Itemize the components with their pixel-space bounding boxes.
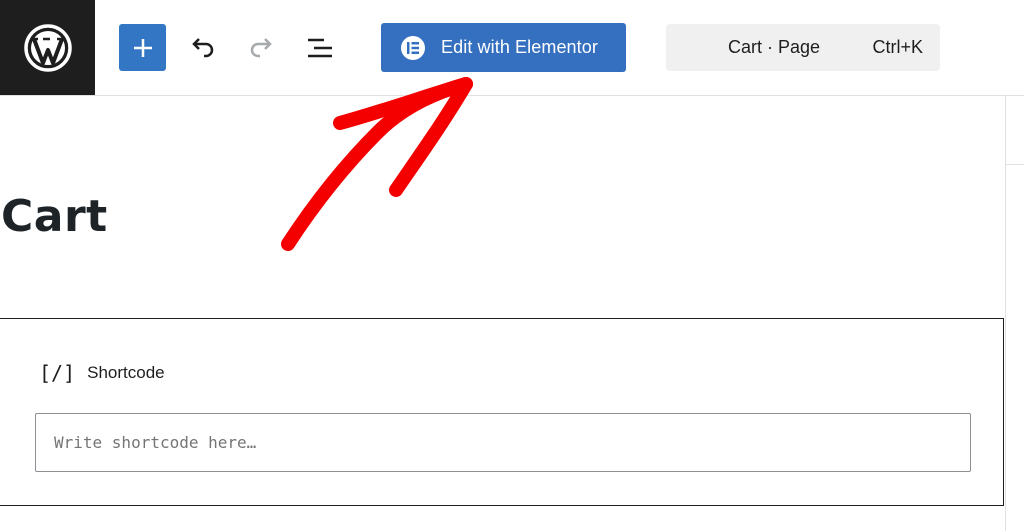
page-title[interactable]: Cart <box>1 191 108 242</box>
sidebar-divider <box>1005 95 1006 531</box>
shortcode-icon: [/] <box>39 361 76 385</box>
document-title: Cart · Page <box>728 37 821 57</box>
edit-with-elementor-button[interactable]: Edit with Elementor <box>381 23 626 72</box>
wordpress-logo-icon <box>23 23 72 72</box>
edit-with-elementor-label: Edit with Elementor <box>441 37 598 57</box>
shortcode-input[interactable] <box>35 413 971 472</box>
wordpress-logo-button[interactable] <box>0 0 95 95</box>
sidebar-edge-line <box>1006 164 1024 165</box>
undo-button[interactable] <box>180 26 224 70</box>
redo-button[interactable] <box>240 26 284 70</box>
plus-icon <box>133 38 152 57</box>
undo-icon <box>192 38 214 58</box>
shortcode-block-header: [/] Shortcode <box>39 361 165 385</box>
shortcode-label: Shortcode <box>87 363 165 382</box>
shortcode-block[interactable]: [/] Shortcode <box>0 318 1004 506</box>
elementor-icon <box>401 35 425 60</box>
editor-toolbar: Edit with Elementor Cart · Page Ctrl+K <box>0 0 1024 96</box>
redo-icon <box>250 38 272 58</box>
list-view-button[interactable] <box>298 26 342 70</box>
list-view-icon <box>308 38 332 58</box>
command-shortcut: Ctrl+K <box>872 37 923 57</box>
document-command-bar[interactable]: Cart · Page Ctrl+K <box>666 24 940 71</box>
add-block-button[interactable] <box>119 24 166 71</box>
